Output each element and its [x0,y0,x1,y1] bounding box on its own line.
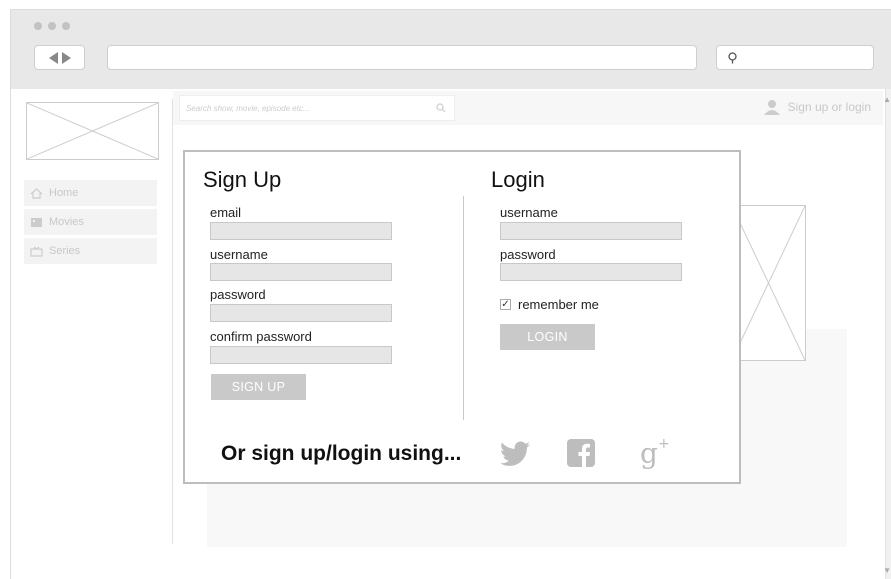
email-label: email [210,205,242,220]
browser-search-field[interactable] [716,45,874,70]
sidebar-divider [172,99,173,544]
search-placeholder: Search show, movie, episode etc... [186,104,310,113]
minimize-window-dot[interactable] [48,22,56,30]
logo-placeholder [26,102,159,160]
auth-modal: Sign Up email username password confirm … [183,150,741,484]
search-icon[interactable] [436,103,446,113]
svg-text:+: + [658,436,670,452]
movies-icon [31,217,42,227]
forward-arrow-icon[interactable] [61,51,71,64]
search-icon [728,52,737,64]
google-plus-icon[interactable]: g + [640,435,674,469]
login-password-field[interactable] [500,263,682,281]
facebook-icon[interactable] [567,439,595,467]
login-username-label: username [500,205,558,220]
scroll-down-arrow-icon[interactable]: ▼ [883,566,891,575]
twitter-icon[interactable] [500,441,530,467]
scrollbar[interactable]: ▲ ▼ [883,89,891,579]
user-link-label: Sign up or login [787,100,871,114]
remember-me-checkbox[interactable]: ✓ remember me [500,297,599,312]
login-password-label: password [500,247,556,262]
window-controls [34,22,70,30]
placeholder-cross-icon [26,102,159,160]
back-forward-buttons [34,45,85,70]
sidebar-item-movies[interactable]: Movies [24,209,157,235]
image-placeholder [731,205,806,361]
maximize-window-dot[interactable] [62,22,70,30]
user-login-link[interactable]: Sign up or login [763,99,871,115]
login-button[interactable]: LOGIN [500,324,595,350]
series-icon [30,246,43,257]
signup-title: Sign Up [203,167,282,192]
user-icon [763,100,780,115]
close-window-dot[interactable] [34,22,42,30]
checkmark-icon[interactable]: ✓ [500,299,511,310]
sidebar-item-home[interactable]: Home [24,180,157,206]
remember-me-label: remember me [518,297,599,312]
sidebar-item-label: Home [49,187,79,199]
home-icon [30,187,43,199]
signup-password-field[interactable] [210,304,392,322]
svg-text:g: g [640,437,658,469]
column-divider [463,196,464,420]
scroll-up-arrow-icon[interactable]: ▲ [883,95,891,104]
sign-up-button[interactable]: SIGN UP [211,374,306,400]
signup-username-label: username [210,247,268,262]
page-search-input[interactable]: Search show, movie, episode etc... [179,95,455,121]
signup-password-label: password [210,287,266,302]
address-bar[interactable] [107,45,697,70]
social-login-prompt: Or sign up/login using... [221,442,462,465]
placeholder-cross-icon [731,205,806,361]
email-field[interactable] [210,222,392,240]
confirm-password-field[interactable] [210,346,392,364]
confirm-password-label: confirm password [210,329,312,344]
sidebar-item-label: Series [49,245,81,257]
login-title: Login [491,167,545,192]
back-arrow-icon[interactable] [48,51,58,64]
browser-chrome [10,9,891,89]
login-username-field[interactable] [500,222,682,240]
sidebar-item-label: Movies [49,216,84,228]
signup-username-field[interactable] [210,263,392,281]
sidebar-item-series[interactable]: Series [24,238,157,264]
